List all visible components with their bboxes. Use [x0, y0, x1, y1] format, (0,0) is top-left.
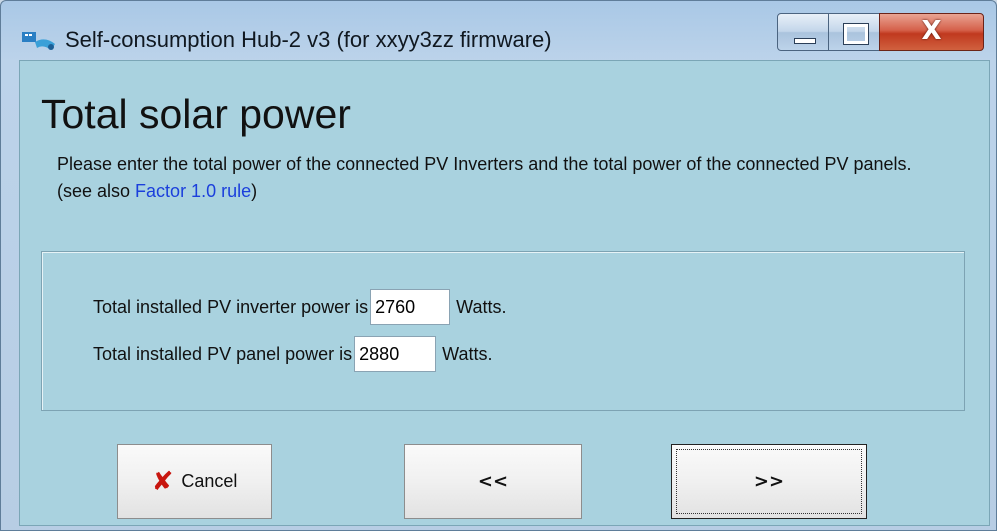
next-button[interactable]: >> — [671, 444, 867, 519]
description-text: Please enter the total power of the conn… — [57, 154, 912, 174]
cancel-label: Cancel — [181, 471, 238, 491]
power-input-group — [41, 251, 965, 411]
maximize-icon — [843, 23, 869, 45]
inverter-power-row: Total installed PV inverter power is Wat… — [93, 289, 506, 325]
see-also-prefix: (see also — [57, 181, 136, 201]
focus-rectangle — [676, 449, 862, 514]
back-button[interactable]: << — [404, 444, 582, 519]
panel-power-label: Total installed PV panel power is — [93, 343, 353, 364]
panel-power-row: Total installed PV panel power is Watts. — [93, 336, 493, 372]
panel-power-unit: Watts. — [442, 343, 493, 364]
page-description: Please enter the total power of the conn… — [57, 151, 937, 205]
page-title: Total solar power — [41, 91, 351, 137]
factor-rule-link[interactable]: Factor 1.0 rule — [135, 181, 251, 201]
panel-power-input[interactable] — [354, 336, 437, 372]
see-also-suffix: ) — [251, 181, 258, 201]
red-x-icon: ✘ — [151, 466, 174, 497]
app-window: Self-consumption Hub-2 v3 (for xxyy3zz f… — [0, 0, 997, 531]
back-label: << — [477, 471, 509, 492]
inverter-power-unit: Watts. — [456, 296, 507, 317]
minimize-icon — [794, 38, 816, 44]
inverter-power-label: Total installed PV inverter power is — [93, 296, 369, 317]
close-button[interactable]: X — [879, 13, 984, 51]
cancel-button[interactable]: ✘ Cancel — [117, 444, 272, 519]
wizard-panel: Total solar power Please enter the total… — [19, 60, 990, 526]
maximize-button[interactable] — [828, 13, 880, 51]
close-icon: X — [921, 16, 942, 46]
inverter-power-input[interactable] — [370, 289, 451, 325]
app-logo-icon — [22, 32, 55, 50]
minimize-button[interactable] — [777, 13, 829, 51]
window-title: Self-consumption Hub-2 v3 (for xxyy3zz f… — [65, 27, 552, 52]
title-bar[interactable]: Self-consumption Hub-2 v3 (for xxyy3zz f… — [1, 1, 996, 59]
